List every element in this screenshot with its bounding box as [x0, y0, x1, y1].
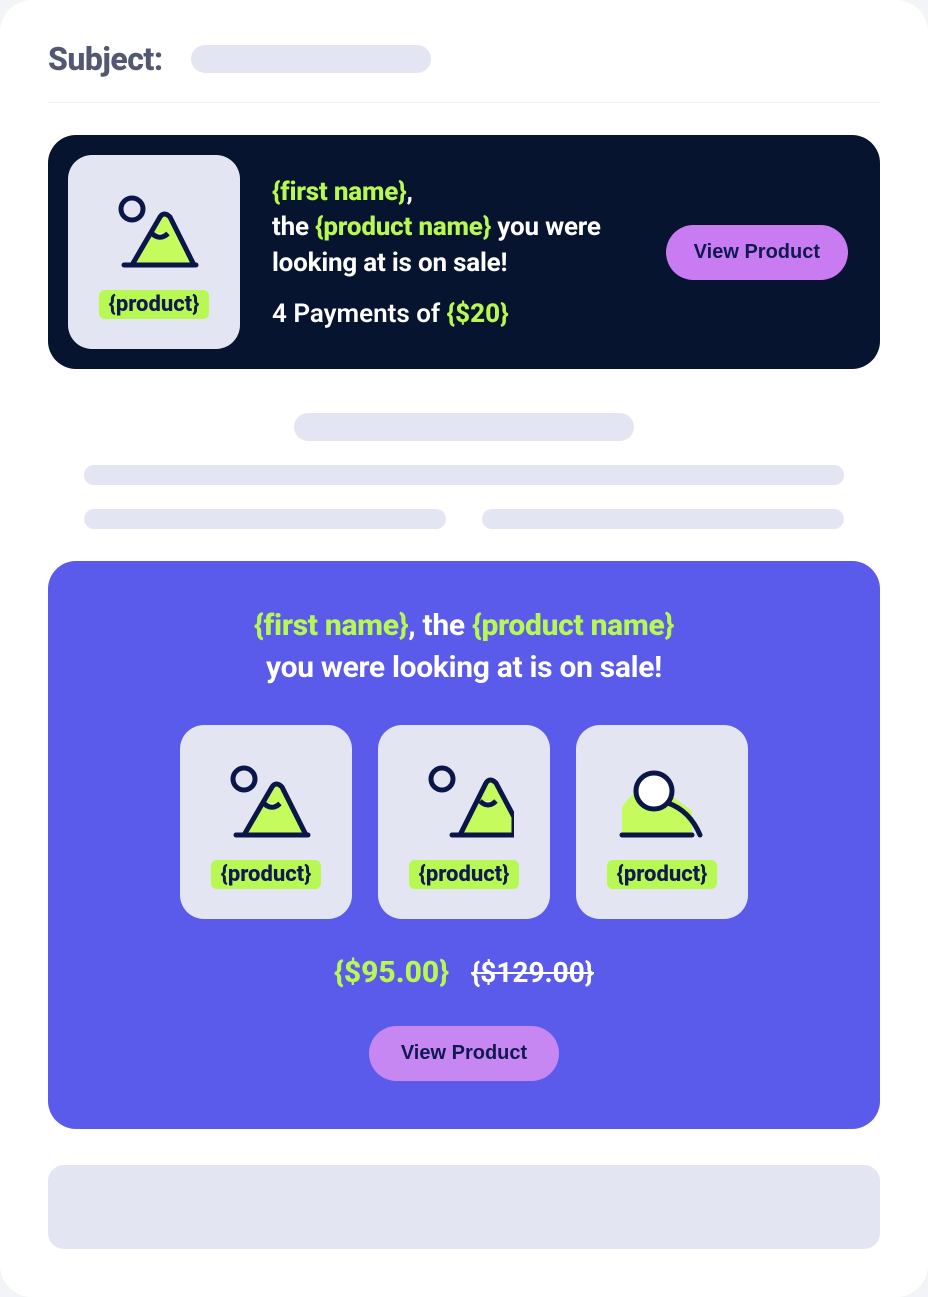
headline-text-2: the — [272, 212, 315, 242]
prices: {$95.00} {$129.00} — [334, 955, 594, 990]
headline-suffix: you were looking at is on sale! — [266, 650, 662, 685]
product-tile-3: {product} — [576, 725, 748, 919]
product-tile-1: {product} — [180, 725, 352, 919]
payments-amount: {$20} — [447, 299, 509, 329]
placeholder-line-2a — [84, 509, 446, 529]
product-badge: {product} — [409, 860, 520, 889]
price-was: {$129.00} — [471, 956, 594, 989]
footer-placeholder — [48, 1165, 880, 1249]
placeholder-line-1 — [84, 465, 844, 485]
image-placeholder-icon — [410, 756, 518, 848]
subject-placeholder — [191, 45, 431, 73]
product-name-token: {product name} — [472, 608, 674, 643]
email-template-preview: Subject: {product} {first name}, the {pr… — [0, 0, 928, 1297]
image-placeholder-icon — [608, 756, 716, 848]
subject-label: Subject: — [48, 40, 163, 78]
hero-purple-card: {first name}, the {product name} you wer… — [48, 561, 880, 1129]
first-name-token: {first name} — [254, 608, 408, 643]
hero-dark-text: {first name}, the {product name} you wer… — [272, 175, 634, 328]
headline-middle: , the — [408, 608, 472, 643]
product-badge: {product} — [607, 860, 718, 889]
placeholder-text-block — [48, 401, 880, 529]
product-badge: {product} — [99, 290, 210, 319]
hero-dark-headline: {first name}, the {product name} you wer… — [272, 175, 634, 280]
product-name-token: {product name} — [315, 212, 491, 242]
hero-purple-headline: {first name}, the {product name} you wer… — [254, 605, 674, 689]
placeholder-heading — [294, 413, 634, 441]
image-placeholder-icon — [100, 186, 208, 278]
product-tile: {product} — [68, 155, 240, 349]
placeholder-line-2b — [482, 509, 844, 529]
product-badge: {product} — [211, 860, 322, 889]
product-tile-2: {product} — [378, 725, 550, 919]
view-product-button[interactable]: View Product — [369, 1026, 559, 1081]
first-name-token: {first name} — [272, 177, 406, 207]
payments-prefix: 4 Payments of — [272, 299, 447, 329]
headline-text-1: , — [406, 177, 412, 207]
subject-row: Subject: — [48, 40, 880, 103]
view-product-button[interactable]: View Product — [666, 225, 848, 280]
payments-line: 4 Payments of {$20} — [272, 299, 634, 329]
hero-dark-card: {product} {first name}, the {product nam… — [48, 135, 880, 369]
price-now: {$95.00} — [334, 955, 449, 990]
image-placeholder-icon — [212, 756, 320, 848]
product-tiles-row: {product} {product} — [180, 725, 748, 919]
